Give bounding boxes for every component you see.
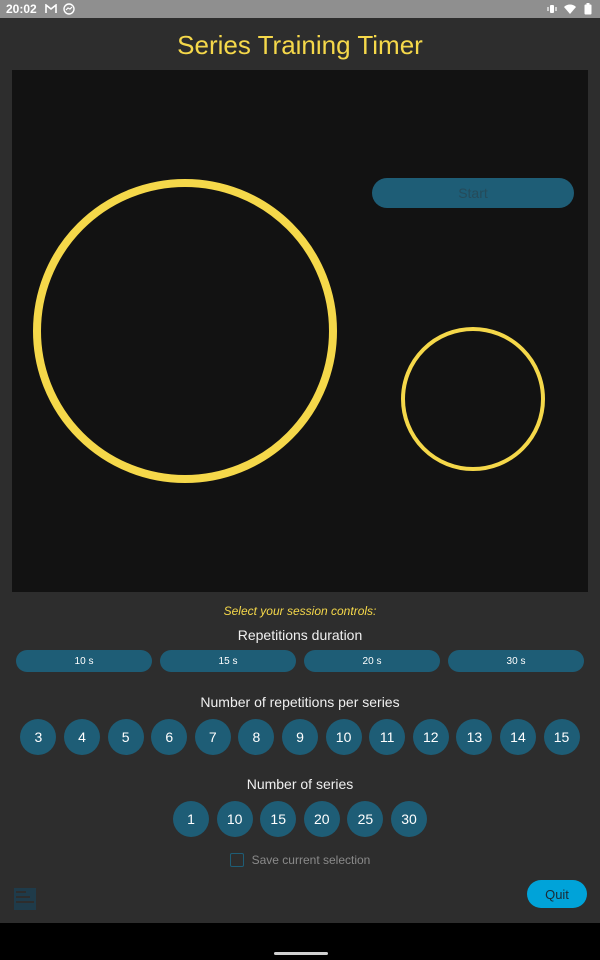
duration-option[interactable]: 10 s xyxy=(16,650,152,672)
save-selection-row[interactable]: Save current selection xyxy=(0,853,600,867)
repetitions-option[interactable]: 8 xyxy=(238,719,275,755)
status-bar: 20:02 xyxy=(0,0,600,18)
quit-button[interactable]: Quit xyxy=(527,880,587,908)
series-ring xyxy=(33,179,337,483)
notification-icons xyxy=(44,3,75,15)
duration-options: 10 s 15 s 20 s 30 s xyxy=(16,650,584,672)
series-option[interactable]: 1 xyxy=(173,801,210,837)
duration-option[interactable]: 20 s xyxy=(304,650,440,672)
repetitions-option[interactable]: 15 xyxy=(543,719,580,755)
repetitions-options: 3 4 5 6 7 8 9 10 11 12 13 14 15 xyxy=(0,719,600,755)
repetitions-title: Number of repetitions per series xyxy=(200,694,400,710)
repetitions-option[interactable]: 11 xyxy=(369,719,406,755)
timer-rings xyxy=(33,179,545,483)
gmail-icon xyxy=(44,3,57,15)
home-gesture-handle[interactable] xyxy=(274,952,328,955)
series-option[interactable]: 25 xyxy=(347,801,384,837)
timer-app: Series Training Timer Start Select your … xyxy=(0,18,600,923)
repetition-ring xyxy=(401,327,545,471)
series-option[interactable]: 15 xyxy=(260,801,297,837)
battery-icon xyxy=(582,3,594,15)
system-icons xyxy=(546,3,594,15)
start-button[interactable]: Start xyxy=(372,178,574,208)
save-selection-checkbox[interactable] xyxy=(229,853,244,867)
vibrate-icon xyxy=(546,3,558,15)
repetitions-option[interactable]: 7 xyxy=(194,719,231,755)
navigation-bar xyxy=(0,923,600,960)
status-time: 20:02 xyxy=(6,2,37,16)
repetitions-option[interactable]: 10 xyxy=(325,719,362,755)
controls-hint: Select your session controls: xyxy=(223,604,377,618)
save-selection-label: Save current selection xyxy=(251,853,371,867)
repetitions-option[interactable]: 4 xyxy=(64,719,101,755)
wifi-icon xyxy=(564,3,576,15)
repetitions-option[interactable]: 13 xyxy=(456,719,493,755)
repetitions-option[interactable]: 14 xyxy=(499,719,536,755)
repetitions-option[interactable]: 9 xyxy=(282,719,318,755)
series-option[interactable]: 10 xyxy=(216,801,253,837)
series-option[interactable]: 30 xyxy=(390,801,427,837)
repetitions-option[interactable]: 12 xyxy=(412,719,449,755)
series-option[interactable]: 20 xyxy=(303,801,340,837)
repetitions-option[interactable]: 3 xyxy=(20,719,57,755)
app-title: Series Training Timer xyxy=(177,30,423,60)
timer-canvas: Start xyxy=(12,70,588,592)
repetitions-option[interactable]: 6 xyxy=(151,719,188,755)
duration-title: Repetitions duration xyxy=(237,627,363,643)
duration-option[interactable]: 30 s xyxy=(448,650,584,672)
series-title: Number of series xyxy=(246,776,354,792)
repetitions-option[interactable]: 5 xyxy=(107,719,144,755)
series-options: 1 10 15 20 25 30 xyxy=(0,801,600,837)
duration-option[interactable]: 15 s xyxy=(160,650,296,672)
messenger-icon xyxy=(63,3,75,15)
log-icon[interactable] xyxy=(14,888,36,910)
